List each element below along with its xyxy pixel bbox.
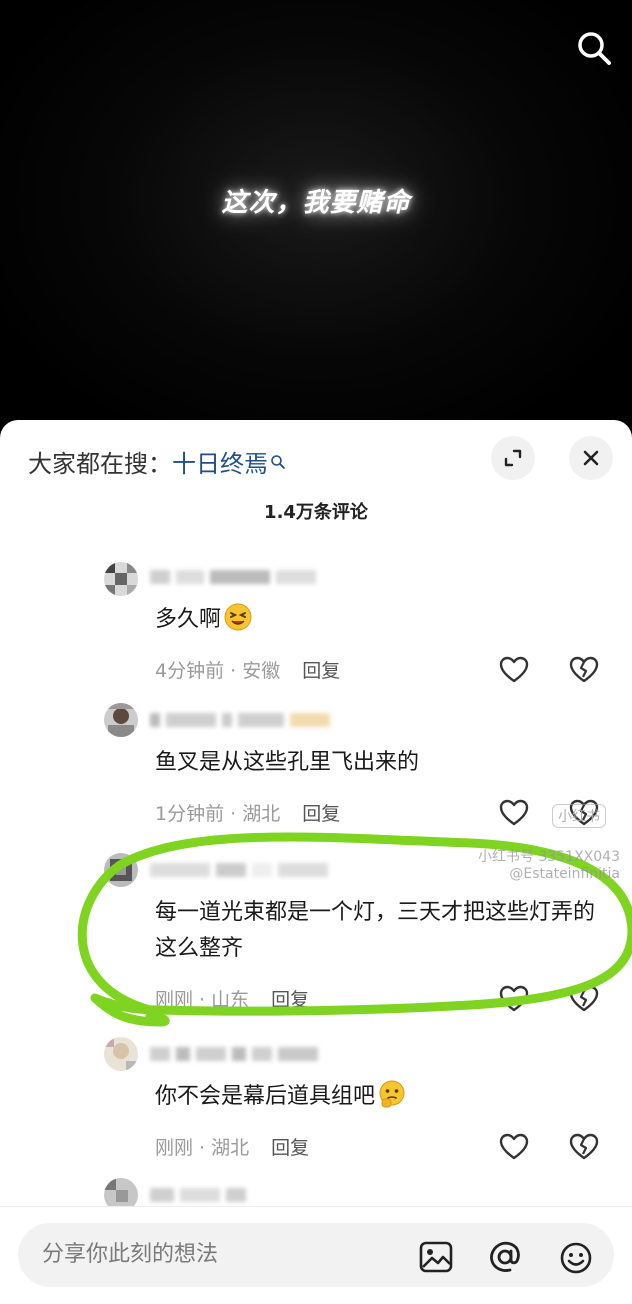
comment-text: 鱼叉是从这些孔里飞出来的 <box>155 750 420 775</box>
broken-heart-icon <box>569 1133 599 1160</box>
watermark-line-2: @Estateinfinitia <box>509 866 620 882</box>
comment-text: 每一道光束都是一个灯，三天才把这些灯弄的这么整齐 <box>155 900 596 961</box>
avatar[interactable] <box>104 1037 138 1071</box>
like-button[interactable] <box>498 1131 530 1163</box>
dislike-button[interactable] <box>568 654 600 686</box>
close-icon <box>583 450 599 466</box>
like-button[interactable] <box>498 797 530 829</box>
comment-location: 安徽 <box>242 660 281 682</box>
watermark-badge: 小红书 <box>552 804 606 828</box>
broken-heart-icon <box>569 985 599 1012</box>
small-search-icon <box>270 448 286 476</box>
comment-item <box>0 1178 632 1212</box>
heart-icon <box>499 985 529 1012</box>
comment-time: 4分钟前 <box>155 660 225 682</box>
comment-location: 山东 <box>211 989 250 1011</box>
search-icon <box>578 32 611 65</box>
comment-input-bar: 分享你此刻的想法 <box>0 1206 632 1304</box>
comments-header: 大家都在搜：十日终焉 1.4万条评论 <box>0 420 632 523</box>
comment-time: 刚刚 <box>155 989 194 1011</box>
comment-time: 刚刚 <box>155 1137 194 1159</box>
comment-text: 你不会是幕后道具组吧 <box>155 1079 605 1115</box>
username-blurred <box>150 1188 252 1204</box>
comment-meta: 刚刚 · 山东 回复 <box>155 989 310 1011</box>
dislike-button[interactable] <box>568 983 600 1015</box>
at-mention-icon <box>490 1241 520 1272</box>
comment-text: 多久啊 <box>155 602 605 638</box>
comment-input[interactable]: 分享你此刻的想法 <box>18 1223 614 1287</box>
username-blurred <box>150 570 322 586</box>
hot-search-prefix: 大家都在搜： <box>28 450 172 478</box>
search-button[interactable] <box>574 28 614 68</box>
image-icon <box>419 1241 453 1273</box>
mention-button[interactable] <box>487 1239 523 1275</box>
laughing-face-emoji <box>223 602 253 632</box>
reply-button[interactable]: 回复 <box>302 660 340 682</box>
comment-item: 你不会是幕后道具组吧 刚刚 · 湖北 回复 <box>0 1037 632 1167</box>
like-button[interactable] <box>498 983 530 1015</box>
username-blurred <box>150 713 336 729</box>
comment-item: 鱼叉是从这些孔里飞出来的 1分钟前 · 湖北 回复 <box>0 703 632 833</box>
heart-icon <box>499 799 529 826</box>
video-player[interactable]: 这次，我要赌命 <box>0 0 632 440</box>
thinking-face-emoji <box>377 1079 407 1109</box>
avatar[interactable] <box>104 703 138 737</box>
reply-button[interactable]: 回复 <box>271 989 309 1011</box>
emoji-button[interactable] <box>558 1239 594 1275</box>
broken-heart-icon <box>569 656 599 683</box>
avatar[interactable] <box>104 562 138 596</box>
comment-meta: 刚刚 · 湖北 回复 <box>155 1137 310 1159</box>
comment-time: 1分钟前 <box>155 803 225 825</box>
reply-button[interactable]: 回复 <box>302 803 340 825</box>
heart-icon <box>499 656 529 683</box>
expand-button[interactable] <box>491 436 535 480</box>
hot-search[interactable]: 大家都在搜：十日终焉 <box>28 444 286 479</box>
comment-location: 湖北 <box>242 803 281 825</box>
comment-item: 多久啊 4分钟前 · 安徽 回复 <box>0 560 632 690</box>
comment-meta: 1分钟前 · 湖北 回复 <box>155 803 341 825</box>
username-blurred <box>150 1047 324 1063</box>
close-button[interactable] <box>569 436 613 480</box>
expand-icon <box>504 449 522 467</box>
comment-location: 湖北 <box>211 1137 250 1159</box>
avatar[interactable] <box>104 853 138 887</box>
comment-meta: 4分钟前 · 安徽 回复 <box>155 660 341 682</box>
image-button[interactable] <box>418 1239 454 1275</box>
reply-button[interactable]: 回复 <box>271 1137 309 1159</box>
smiley-icon <box>560 1242 592 1274</box>
like-button[interactable] <box>498 654 530 686</box>
video-caption: 这次，我要赌命 <box>221 188 411 218</box>
hot-search-keyword[interactable]: 十日终焉 <box>172 450 268 478</box>
watermark: 小红书 小红书号 3351XX043 @Estateinfinitia <box>478 804 620 882</box>
watermark-line-1: 小红书号 3351XX043 <box>478 849 620 865</box>
username-blurred <box>150 863 334 879</box>
heart-icon <box>499 1133 529 1160</box>
comment-count: 1.4万条评论 <box>264 502 368 523</box>
dislike-button[interactable] <box>568 1131 600 1163</box>
